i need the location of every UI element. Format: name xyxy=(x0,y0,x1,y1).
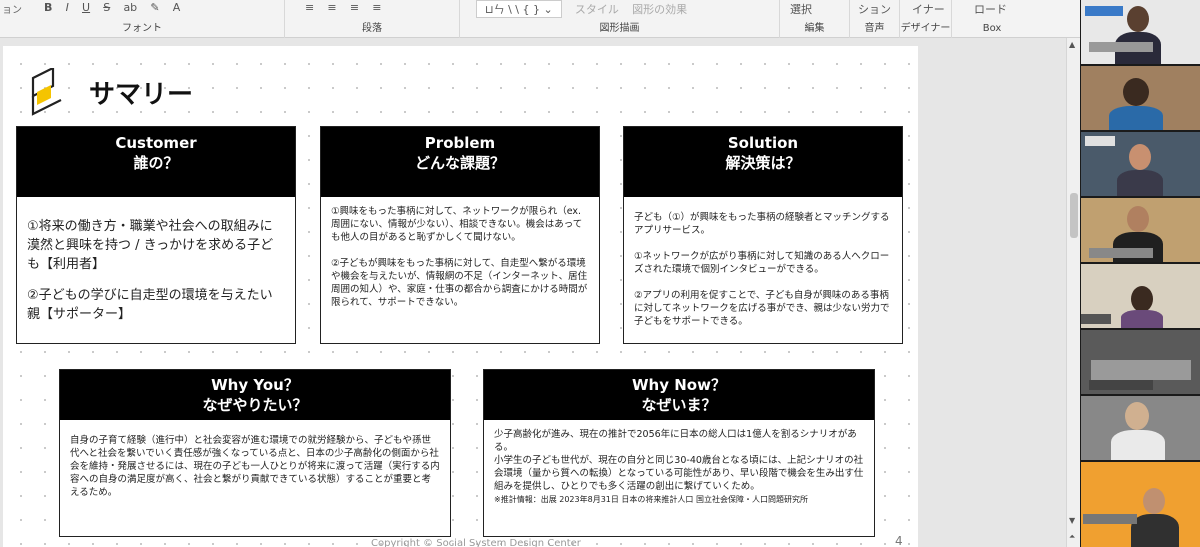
whyyou-text: 自身の子育て経験（進行中）と社会変容が進む環境での就労経験から、子どもや孫世代へ… xyxy=(70,435,440,498)
whynow-note: ※推計情報：出展 2023年8月31日 日本の将来推計人口 国立社会保障・人口問… xyxy=(494,495,808,504)
scroll-up-icon[interactable]: ▲ xyxy=(1069,40,1075,49)
whynow-title-en: Why Now？ xyxy=(632,376,726,394)
participant-video-4[interactable] xyxy=(1081,198,1200,262)
customer-header: Customer 誰の？ xyxy=(17,127,295,197)
page-number: 4 xyxy=(895,534,903,547)
vertical-scrollbar[interactable]: ▲ ▼ ⏶ xyxy=(1066,38,1080,547)
screen: ョン B I U S ab ✎ A フォント ≡ ≡ ≡ ≡ 段落 ⊔ㄣ \ \… xyxy=(0,0,1200,547)
participants-panel xyxy=(1080,0,1200,547)
problem-title-en: Problem xyxy=(424,134,496,152)
problem-card: Problem どんな課題？ ①興味をもった事柄に対して、ネットワークが限られ（… xyxy=(320,126,600,344)
whynow-header: Why Now？ なぜいま？ xyxy=(484,370,874,420)
logo-icon xyxy=(31,68,62,116)
dictate-button[interactable]: ション xyxy=(858,1,891,17)
whyyou-card: Why You？ なぜやりたい？ 自身の子育て経験（進行中）と社会変容が進む環境… xyxy=(59,369,451,537)
ribbon-group-box: ロード Box xyxy=(952,0,1032,38)
scroll-thumb[interactable] xyxy=(1070,193,1078,238)
align-left-icon[interactable]: ≡ xyxy=(305,1,314,14)
align-right-icon[interactable]: ≡ xyxy=(350,1,359,14)
customer-item-1: ①将来の働き方・職業や社会への取組みに漠然と興味を持つ / きっかけを求める子ど… xyxy=(27,219,274,272)
whynow-title-jp: なぜいま？ xyxy=(641,396,717,414)
slide-title: サマリー xyxy=(89,79,194,109)
shape-effect-button[interactable]: 図形の効果 xyxy=(632,1,687,17)
underline-button[interactable]: U xyxy=(82,1,90,14)
problem-header: Problem どんな課題？ xyxy=(321,127,599,197)
customer-title-jp: 誰の？ xyxy=(133,154,179,172)
italic-button[interactable]: I xyxy=(66,1,69,14)
slide-footer: Copyright © Social System Design Center xyxy=(371,538,581,547)
slide[interactable]: サマリー Customer 誰の？ ①将来の働き方・職業や社会への取組みに漠然と… xyxy=(3,46,918,547)
whyyou-title-jp: なぜやりたい？ xyxy=(202,396,308,414)
ribbon-group-designer: イナー デザイナー xyxy=(900,0,952,38)
participant-video-1[interactable] xyxy=(1081,0,1200,64)
solution-header: Solution 解決策は？ xyxy=(624,127,902,197)
participant-video-6[interactable] xyxy=(1081,330,1200,394)
whyyou-title-en: Why You？ xyxy=(211,376,299,394)
whyyou-header: Why You？ なぜやりたい？ xyxy=(60,370,450,420)
slide-canvas: サマリー Customer 誰の？ ①将来の働き方・職業や社会への取組みに漠然と… xyxy=(0,38,1080,547)
ribbon-group-font: B I U S ab ✎ A フォント xyxy=(0,0,285,38)
solution-item-3: ②アプリの利用を促すことで、子ども自身が興味のある事柄に対してネットワークを広げ… xyxy=(634,290,890,327)
problem-item-1: ①興味をもった事柄に対して、ネットワークが限られ（ex.周囲にない、情報が少ない… xyxy=(331,206,583,243)
ribbon-toolbar: ョン B I U S ab ✎ A フォント ≡ ≡ ≡ ≡ 段落 ⊔ㄣ \ \… xyxy=(0,0,1080,38)
ribbon-group-paragraph: ≡ ≡ ≡ ≡ 段落 xyxy=(285,0,460,38)
style-button[interactable]: スタイル xyxy=(575,1,619,17)
whynow-card: Why Now？ なぜいま？ 少子高齢化が進み、現在の推計で2056年に日本の総… xyxy=(483,369,875,537)
paragraph-group-label: 段落 xyxy=(362,23,382,34)
participant-video-3[interactable] xyxy=(1081,132,1200,196)
font-group-label: フォント xyxy=(122,23,162,34)
participant-video-5[interactable] xyxy=(1081,264,1200,328)
scroll-down-icon[interactable]: ▼ xyxy=(1069,516,1075,525)
solution-title-jp: 解決策は？ xyxy=(725,154,801,172)
box-group-label: Box xyxy=(982,23,1002,34)
ribbon-group-voice: ション 音声 xyxy=(850,0,900,38)
bold-button[interactable]: B xyxy=(44,1,52,14)
edit-group-label: 編集 xyxy=(804,23,825,34)
participant-video-2[interactable] xyxy=(1081,66,1200,130)
text-highlight-icon[interactable]: ✎ xyxy=(150,1,159,14)
solution-title-en: Solution xyxy=(727,134,799,152)
customer-title-en: Customer xyxy=(115,134,197,152)
shapes-gallery[interactable]: ⊔ㄣ \ \ { } ⌄ xyxy=(476,0,562,18)
whynow-text-1: 少子高齢化が進み、現在の推計で2056年に日本の総人口は1億人を割るシナリオがあ… xyxy=(494,429,857,453)
participant-video-8[interactable] xyxy=(1081,462,1200,547)
problem-title-jp: どんな課題？ xyxy=(414,154,505,172)
ribbon-group-edit: 選択 編集 xyxy=(780,0,850,38)
upload-button[interactable]: ロード xyxy=(974,1,1007,17)
designer-group-label: デザイナー xyxy=(900,23,951,34)
designer-button[interactable]: イナー xyxy=(912,1,945,17)
char-spacing-button[interactable]: ab xyxy=(123,1,137,14)
solution-item-1: 子ども（①）が興味をもった事柄の経験者とマッチングするアプリサービス。 xyxy=(634,212,890,236)
ribbon-group-drawing: ⊔ㄣ \ \ { } ⌄ スタイル 図形の効果 図形描画 xyxy=(460,0,780,38)
whynow-text-2: 小学生の子ども世代が、現在の自分と同じ30-40歳台となる頃には、上記シナリオの… xyxy=(494,455,864,492)
voice-group-label: 音声 xyxy=(864,23,885,34)
scroll-page-up-icon[interactable]: ⏶ xyxy=(1069,532,1075,542)
solution-item-2: ①ネットワークが広がり事柄に対して知識のある人へクローズされた環境で個別インタビ… xyxy=(634,251,890,275)
select-button[interactable]: 選択 xyxy=(790,1,812,17)
problem-item-2: ②子どもが興味をもった事柄に対して、自走型へ繋がる環境や機会を与えたいが、情報網… xyxy=(331,258,588,308)
align-center-icon[interactable]: ≡ xyxy=(327,1,336,14)
strikethrough-button[interactable]: S xyxy=(103,1,110,14)
justify-icon[interactable]: ≡ xyxy=(372,1,381,14)
customer-card: Customer 誰の？ ①将来の働き方・職業や社会への取組みに漠然と興味を持つ… xyxy=(16,126,296,344)
participant-video-7[interactable] xyxy=(1081,396,1200,460)
solution-card: Solution 解決策は？ 子ども（①）が興味をもった事柄の経験者とマッチング… xyxy=(623,126,903,344)
customer-item-2: ②子どもの学びに自走型の環境を与えたい親【サポーター】 xyxy=(27,288,273,322)
font-color-icon[interactable]: A xyxy=(173,1,181,14)
drawing-group-label: 図形描画 xyxy=(599,23,640,34)
